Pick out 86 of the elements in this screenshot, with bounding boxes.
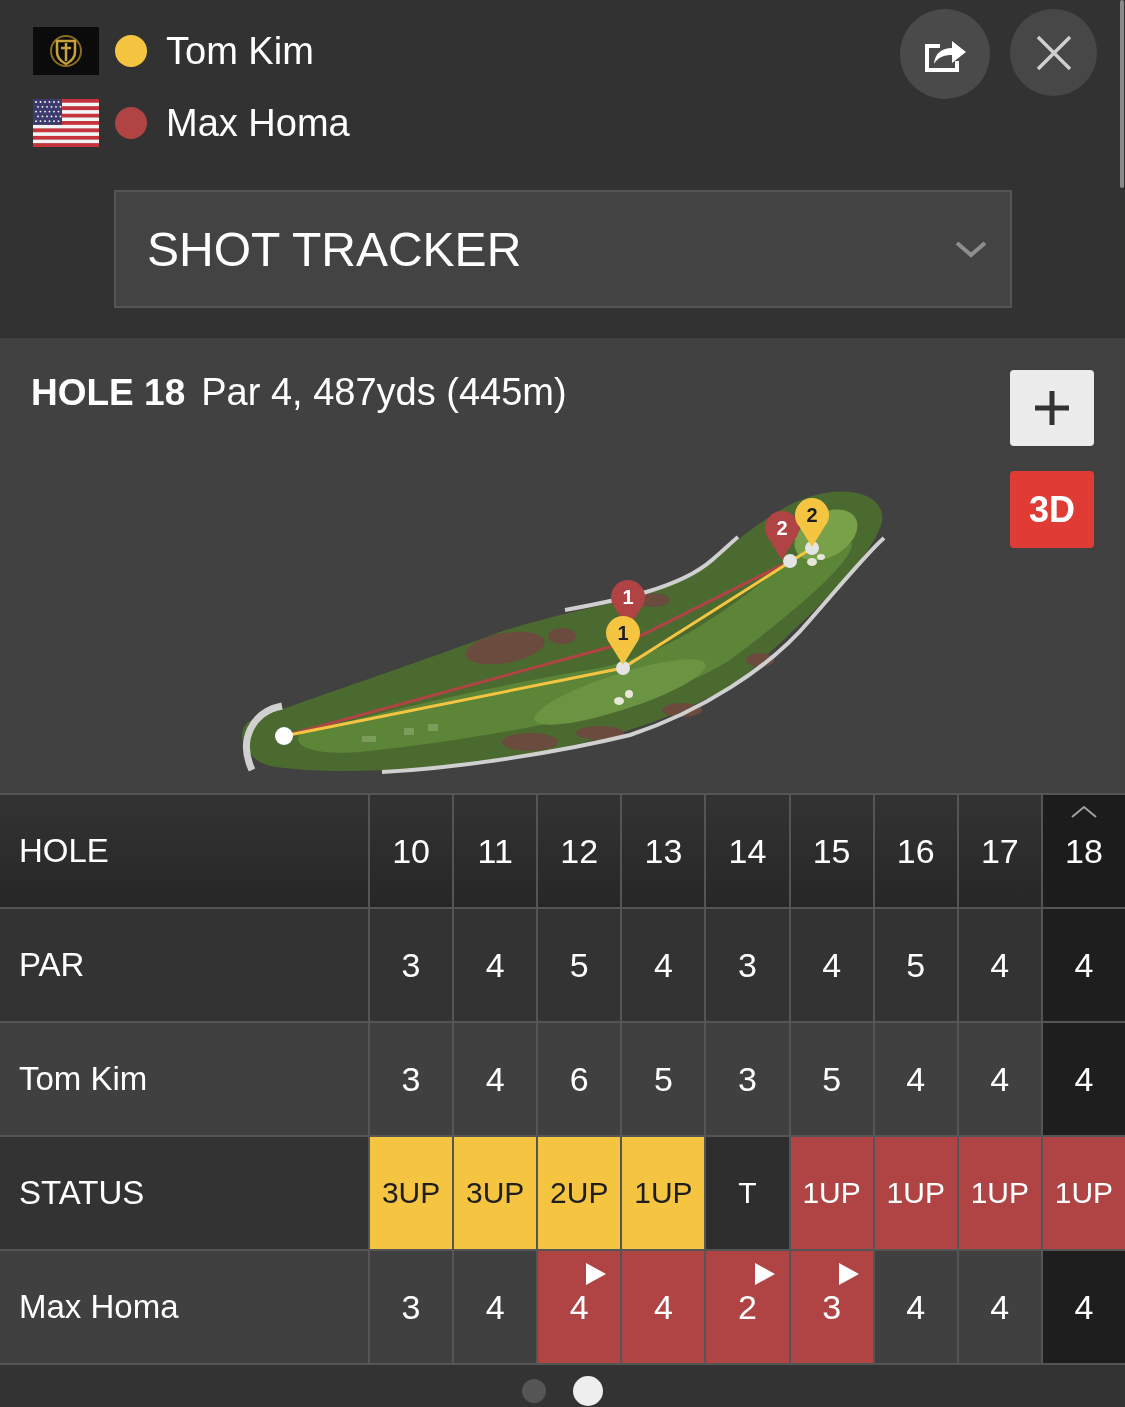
score-cell: 3 (370, 1251, 453, 1363)
par-cell: 4 (454, 909, 537, 1021)
player-name: Max Homa (166, 101, 350, 146)
par-cell: 4 (1042, 909, 1125, 1021)
ball-position-icon (616, 661, 630, 675)
view-3d-button[interactable]: 3D (1010, 471, 1094, 548)
ball-position-icon (783, 554, 797, 568)
shot-marker: 2 (765, 511, 799, 560)
cart-path (243, 702, 283, 772)
hole-details: Par 4, 487yds (445m) (201, 370, 567, 415)
score-value: 2 (738, 1287, 757, 1327)
score-cell: 5 (622, 1023, 705, 1135)
status-cell: 2UP (538, 1137, 621, 1249)
score-cell: 3 (706, 1023, 789, 1135)
tee-box (404, 728, 414, 735)
play-icon[interactable] (586, 1263, 607, 1285)
row-label: PAR (0, 909, 368, 1021)
hole-number-cell[interactable]: 11 (454, 795, 537, 907)
par-cell: 5 (874, 909, 957, 1021)
page-dot-icon[interactable] (573, 1376, 603, 1406)
flag-icon (33, 99, 99, 147)
status-cell: 1UP (790, 1137, 873, 1249)
caret-up-icon (1069, 805, 1098, 819)
zoom-in-button[interactable] (1010, 370, 1094, 446)
dirt-patch (548, 628, 576, 644)
row-label: STATUS (0, 1137, 368, 1249)
row-label: Max Homa (0, 1251, 368, 1363)
shot-marker: 2 (795, 498, 829, 547)
play-icon[interactable] (754, 1263, 775, 1285)
par-cell: 4 (622, 909, 705, 1021)
scrollbar-thumb[interactable] (1120, 0, 1124, 188)
dirt-patch (746, 653, 774, 667)
hole-number-cell[interactable]: 12 (538, 795, 621, 907)
hole-number: 18 (1065, 831, 1103, 871)
status-cell: T (706, 1137, 789, 1249)
score-value: 4 (569, 1287, 589, 1327)
sand-bunker (807, 554, 825, 566)
hole-number: HOLE 18 (31, 371, 186, 415)
score-cell: 4 (874, 1251, 957, 1363)
hole-number-cell[interactable]: 15 (790, 795, 873, 907)
score-cell: 4 (874, 1023, 957, 1135)
sand-bunker (614, 690, 633, 705)
par-cell: 3 (370, 909, 453, 1021)
par-cell: 5 (538, 909, 621, 1021)
player-name: Tom Kim (166, 29, 314, 74)
score-cell: 4 (1042, 1023, 1125, 1135)
dirt-patch (502, 733, 558, 751)
dirt-patch (576, 726, 624, 740)
tee-box (428, 724, 438, 731)
close-icon (1035, 34, 1072, 71)
par-cell: 4 (790, 909, 873, 1021)
hole-number-cell[interactable]: 18 (1042, 795, 1125, 907)
chevron-down-icon (955, 240, 987, 258)
par-cell: 3 (706, 909, 789, 1021)
tee-box (362, 736, 376, 742)
tee-marker-icon (275, 727, 293, 745)
hole-number-cell[interactable]: 16 (874, 795, 957, 907)
hole-number-cell[interactable]: 10 (370, 795, 453, 907)
status-cell: 1UP (622, 1137, 705, 1249)
view-dropdown[interactable]: SHOT TRACKER (114, 190, 1012, 308)
score-cell: 4 (454, 1023, 537, 1135)
status-cell: 1UP (1042, 1137, 1125, 1249)
score-cell: 4 (1042, 1251, 1125, 1363)
dirt-patch (662, 703, 702, 717)
score-cell: 5 (790, 1023, 873, 1135)
status-cell: 3UP (370, 1137, 453, 1249)
row-label: Tom Kim (0, 1023, 368, 1135)
score-cell: 4 (958, 1251, 1041, 1363)
score-cell: 4 (622, 1251, 705, 1363)
score-cell: 6 (538, 1023, 621, 1135)
hole-number-cell[interactable]: 13 (622, 795, 705, 907)
score-value: 3 (822, 1287, 842, 1327)
score-cell: 3 (370, 1023, 453, 1135)
shield-logo-icon (33, 27, 99, 75)
page-dot-icon[interactable] (522, 1379, 546, 1403)
score-cell: 4 (958, 1023, 1041, 1135)
score-cell: 4 (454, 1251, 537, 1363)
status-cell: 1UP (958, 1137, 1041, 1249)
par-cell: 4 (958, 909, 1041, 1021)
plus-icon (1033, 389, 1071, 427)
play-icon[interactable] (838, 1263, 859, 1285)
status-cell: 1UP (874, 1137, 957, 1249)
row-label: HOLE (0, 795, 368, 907)
hole-number-cell[interactable]: 14 (706, 795, 789, 907)
hole-number-cell[interactable]: 17 (958, 795, 1041, 907)
status-cell: 3UP (454, 1137, 537, 1249)
